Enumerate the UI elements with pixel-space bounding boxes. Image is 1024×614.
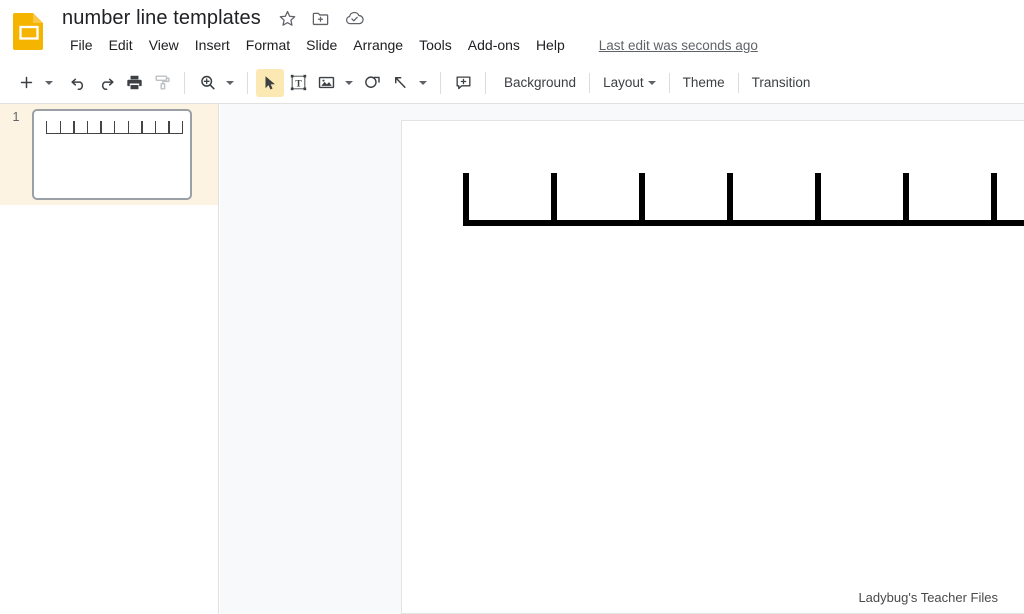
number-line-tick [815,173,821,226]
caret-down-icon [419,80,427,85]
menu-item-format[interactable]: Format [238,34,298,56]
thumbnail-number-line-tick [59,121,61,135]
toolbar-divider [589,72,591,93]
number-line-tick [463,173,469,226]
zoom-button[interactable] [193,69,221,97]
zoom-dropdown[interactable] [221,69,239,97]
slide-filmstrip[interactable]: 1 [0,104,219,614]
background-button[interactable]: Background [494,70,586,95]
thumbnail-number-line-tick [73,121,75,135]
undo-button[interactable] [64,69,92,97]
caret-down-icon [647,80,656,85]
menu-item-arrange[interactable]: Arrange [345,34,411,56]
menu-item-file[interactable]: File [62,34,101,56]
thumbnail-number-line-tick [100,121,102,135]
insert-image-dropdown[interactable] [340,69,358,97]
select-tool-button[interactable] [256,68,284,97]
number-line-tick [727,173,733,226]
filmstrip-slide-1[interactable]: 1 [0,104,218,205]
menu-item-help[interactable]: Help [528,34,573,56]
new-slide-dropdown[interactable] [40,69,58,97]
toolbar-divider [485,71,486,94]
thumbnail-number-line-tick [86,121,89,135]
theme-button-label: Theme [682,75,725,90]
toolbar: T Background Layout Theme Transition [0,62,1024,104]
shape-button[interactable] [358,69,386,97]
caret-down-icon [226,80,234,85]
caret-down-icon [345,80,353,85]
thumbnail-number-line-tick [154,121,157,135]
text-box-button[interactable]: T [284,69,312,97]
theme-button[interactable]: Theme [673,70,735,95]
layout-button[interactable]: Layout [593,70,666,95]
document-title[interactable]: number line templates [62,5,261,31]
thumbnail-number-line-tick [114,121,116,135]
caret-down-icon [45,80,53,85]
menu-item-slide[interactable]: Slide [298,34,345,56]
menu-item-addons[interactable]: Add-ons [460,34,528,56]
transition-button-label: Transition [751,75,811,90]
svg-text:T: T [295,79,302,89]
print-button[interactable] [120,69,148,97]
slide-canvas[interactable]: Ladybug's Teacher Files [401,120,1024,614]
thumbnail-number-line-tick [182,121,184,135]
toolbar-divider [737,72,739,93]
google-slides-window: number line templates File Edit View Ins… [0,0,1024,614]
insert-image-button[interactable] [312,69,340,97]
last-edit-status[interactable]: Last edit was seconds ago [599,38,758,53]
add-comment-button[interactable] [449,69,477,97]
number-line-tick [991,173,997,226]
thumbnail-number-line-tick [127,121,129,135]
number-line-baseline [463,220,1024,226]
watermark-text: Ladybug's Teacher Files [858,590,998,605]
thumbnail-number-line-tick [168,121,170,135]
redo-button[interactable] [92,69,120,97]
thumbnail-number-line-tick [141,121,143,135]
star-icon[interactable] [278,9,297,28]
title-bar: number line templates File Edit View Ins… [0,0,1024,62]
menu-item-tools[interactable]: Tools [411,34,460,56]
menu-bar: File Edit View Insert Format Slide Arran… [62,34,758,56]
slide-number-label: 1 [12,110,20,124]
cloud-saved-icon[interactable] [344,9,364,28]
line-button[interactable] [386,69,414,97]
menu-item-view[interactable]: View [141,34,187,56]
google-slides-logo[interactable] [12,12,46,50]
editor-workspace: Ladybug's Teacher Files [220,104,1024,614]
move-to-folder-icon[interactable] [311,9,330,28]
new-slide-button[interactable] [12,69,40,97]
toolbar-divider [668,72,670,93]
layout-button-label: Layout [603,75,644,90]
toolbar-divider [440,71,441,94]
number-line-tick [551,173,557,226]
transition-button[interactable]: Transition [742,70,821,95]
title-bar-icon-group [278,9,364,28]
number-line-tick [639,173,645,226]
toolbar-divider [184,71,185,94]
paint-format-button[interactable] [148,69,176,97]
line-dropdown[interactable] [414,69,432,97]
toolbar-divider [247,71,248,94]
thumbnail-number-line-tick [46,121,48,135]
menu-item-edit[interactable]: Edit [101,34,141,56]
menu-item-insert[interactable]: Insert [187,34,238,56]
number-line-tick [903,173,909,226]
number-line-thumbnail[interactable] [32,109,192,200]
background-button-label: Background [504,75,577,90]
